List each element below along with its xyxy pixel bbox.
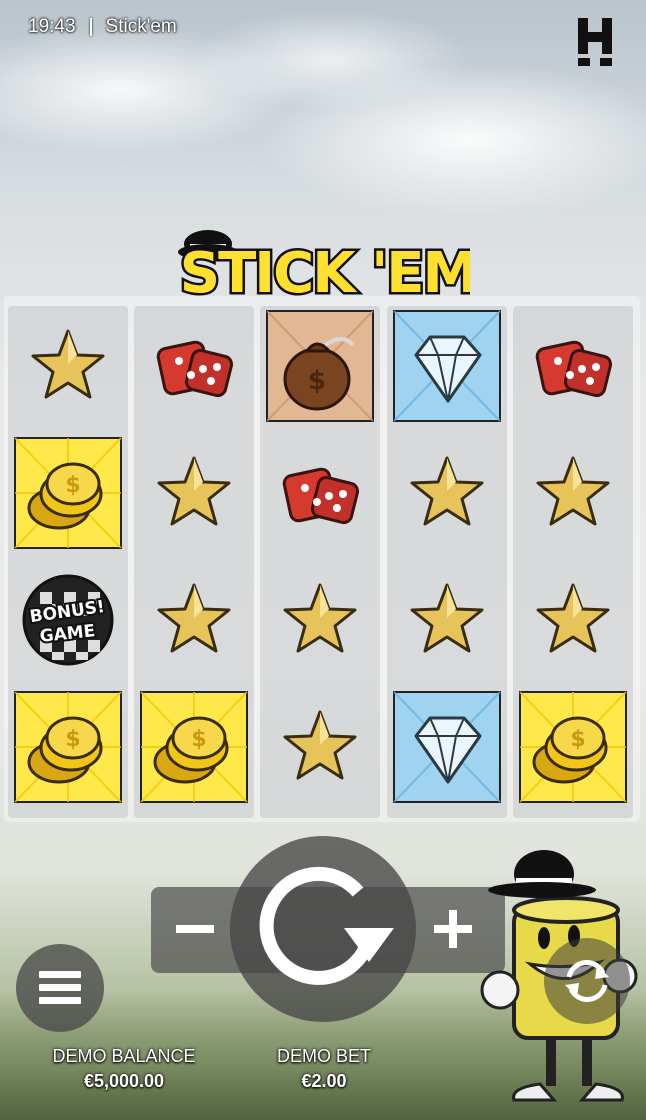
- star-symbol: [518, 563, 628, 677]
- bonus-game-symbol: BONUS! GAME: [13, 563, 123, 677]
- svg-text:$: $: [570, 727, 585, 752]
- autoplay-button[interactable]: [544, 938, 630, 1024]
- coins-symbol: $: [13, 690, 123, 804]
- menu-button[interactable]: [16, 944, 104, 1032]
- svg-text:$: $: [191, 727, 206, 752]
- svg-text:$: $: [65, 473, 80, 498]
- hamburger-menu-icon: [39, 971, 81, 1004]
- dice-symbol: [265, 436, 375, 550]
- money-bag-symbol: $: [265, 309, 375, 423]
- star-symbol: [13, 309, 123, 423]
- svg-text:$: $: [308, 366, 326, 396]
- demo-bet: DEMO BET €2.00: [254, 1046, 394, 1092]
- coins-symbol: $: [518, 690, 628, 804]
- star-symbol: [265, 563, 375, 677]
- star-symbol: [265, 690, 375, 804]
- spin-arrow-icon: [259, 866, 394, 985]
- star-symbol: [139, 563, 249, 677]
- bet-label: DEMO BET: [276, 1046, 371, 1066]
- coins-symbol: $: [13, 436, 123, 550]
- spin-button[interactable]: [230, 836, 416, 1022]
- coins-symbol: $: [139, 690, 249, 804]
- balance-value: €5,000.00: [83, 1071, 165, 1091]
- diamond-symbol: [392, 309, 502, 423]
- dice-symbol: [518, 309, 628, 423]
- game-name: Stick'em: [105, 16, 177, 37]
- autoplay-icon: [565, 960, 609, 1002]
- balance-label: DEMO BALANCE: [52, 1046, 196, 1066]
- hacksaw-h-logo-icon: [576, 16, 614, 68]
- svg-text:$: $: [65, 727, 80, 752]
- star-symbol: [139, 436, 249, 550]
- star-symbol: [518, 436, 628, 550]
- star-symbol: [392, 563, 502, 677]
- star-symbol: [392, 436, 502, 550]
- dice-symbol: [139, 309, 249, 423]
- bet-value: €2.00: [301, 1071, 347, 1091]
- diamond-symbol: [392, 690, 502, 804]
- minus-icon: [176, 925, 214, 933]
- clock: 19:43: [28, 16, 76, 37]
- status-bar: 19:43 Stick'em: [28, 14, 177, 40]
- demo-balance: DEMO BALANCE €5,000.00: [44, 1046, 204, 1092]
- game-logo: STICK 'EM: [177, 214, 481, 309]
- separator: [89, 18, 92, 36]
- decrease-bet-button[interactable]: [162, 896, 228, 962]
